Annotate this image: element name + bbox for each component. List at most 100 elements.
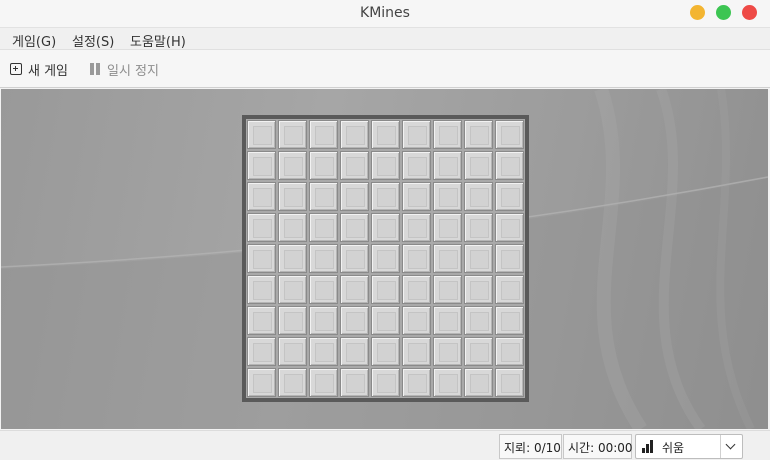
mine-cell[interactable]: [494, 243, 525, 274]
minimize-button[interactable]: [690, 5, 705, 20]
mine-cell[interactable]: [308, 305, 339, 336]
mine-cell[interactable]: [494, 305, 525, 336]
mine-cell[interactable]: [494, 274, 525, 305]
mine-cell[interactable]: [463, 150, 494, 181]
mine-cell[interactable]: [246, 274, 277, 305]
mine-cell[interactable]: [246, 243, 277, 274]
mine-cell[interactable]: [463, 336, 494, 367]
mine-cell[interactable]: [308, 181, 339, 212]
mine-cell[interactable]: [277, 150, 308, 181]
mine-cell[interactable]: [339, 274, 370, 305]
mine-cell[interactable]: [463, 119, 494, 150]
mine-cell[interactable]: [339, 243, 370, 274]
mine-cell[interactable]: [246, 181, 277, 212]
mine-cell[interactable]: [339, 305, 370, 336]
menu-bar: 게임(G) 설정(S) 도움말(H): [0, 28, 770, 50]
mine-cell[interactable]: [370, 367, 401, 398]
mine-cell[interactable]: [463, 367, 494, 398]
mine-cell[interactable]: [339, 150, 370, 181]
mine-cell[interactable]: [277, 367, 308, 398]
mine-cell[interactable]: [494, 150, 525, 181]
chevron-down-icon: [725, 439, 736, 450]
mine-cell[interactable]: [494, 367, 525, 398]
mine-cell[interactable]: [308, 274, 339, 305]
minefield-grid: [246, 119, 525, 398]
mine-cell[interactable]: [494, 336, 525, 367]
menu-help[interactable]: 도움말(H): [130, 31, 186, 50]
mine-cell[interactable]: [401, 181, 432, 212]
mine-cell[interactable]: [246, 367, 277, 398]
mine-cell[interactable]: [463, 305, 494, 336]
mine-cell[interactable]: [432, 305, 463, 336]
mine-cell[interactable]: [277, 181, 308, 212]
plus-square-icon: [10, 63, 22, 75]
mine-cell[interactable]: [401, 212, 432, 243]
mine-cell[interactable]: [494, 119, 525, 150]
close-button[interactable]: [742, 5, 757, 20]
difficulty-dropdown-button[interactable]: [720, 435, 742, 458]
mine-cell[interactable]: [277, 336, 308, 367]
mine-cell[interactable]: [401, 119, 432, 150]
mine-cell[interactable]: [339, 181, 370, 212]
mine-cell[interactable]: [277, 274, 308, 305]
mine-cell[interactable]: [308, 212, 339, 243]
mine-cell[interactable]: [432, 150, 463, 181]
mine-cell[interactable]: [339, 336, 370, 367]
mine-cell[interactable]: [370, 274, 401, 305]
mine-cell[interactable]: [339, 367, 370, 398]
mine-cell[interactable]: [432, 119, 463, 150]
mine-cell[interactable]: [432, 274, 463, 305]
mine-cell[interactable]: [432, 243, 463, 274]
mine-cell[interactable]: [308, 119, 339, 150]
mine-cell[interactable]: [401, 336, 432, 367]
mine-cell[interactable]: [308, 150, 339, 181]
mine-cell[interactable]: [246, 336, 277, 367]
mine-cell[interactable]: [308, 367, 339, 398]
new-game-button[interactable]: 새 게임: [10, 61, 68, 79]
mine-cell[interactable]: [463, 181, 494, 212]
pause-label: 일시 정지: [107, 63, 159, 79]
mine-cell[interactable]: [494, 212, 525, 243]
mine-cell[interactable]: [339, 119, 370, 150]
toolbar: 새 게임 일시 정지: [0, 50, 770, 88]
mine-cell[interactable]: [370, 243, 401, 274]
mine-cell[interactable]: [401, 274, 432, 305]
mine-cell[interactable]: [432, 181, 463, 212]
mine-cell[interactable]: [401, 243, 432, 274]
mine-cell[interactable]: [370, 181, 401, 212]
mine-cell[interactable]: [370, 150, 401, 181]
pause-icon: [89, 63, 101, 75]
pause-button[interactable]: 일시 정지: [89, 61, 159, 79]
maximize-button[interactable]: [716, 5, 731, 20]
mine-cell[interactable]: [308, 243, 339, 274]
title-bar: KMines: [0, 0, 770, 28]
mine-cell[interactable]: [339, 212, 370, 243]
mine-cell[interactable]: [246, 119, 277, 150]
mine-cell[interactable]: [463, 243, 494, 274]
mine-cell[interactable]: [432, 336, 463, 367]
mine-cell[interactable]: [370, 336, 401, 367]
timer: 시간: 00:00: [563, 434, 633, 459]
mine-cell[interactable]: [277, 212, 308, 243]
mine-cell[interactable]: [246, 305, 277, 336]
mine-cell[interactable]: [246, 150, 277, 181]
menu-settings[interactable]: 설정(S): [72, 31, 114, 50]
mine-cell[interactable]: [370, 305, 401, 336]
mine-cell[interactable]: [494, 181, 525, 212]
mine-cell[interactable]: [463, 274, 494, 305]
mine-cell[interactable]: [401, 150, 432, 181]
mine-cell[interactable]: [432, 212, 463, 243]
mine-cell[interactable]: [370, 119, 401, 150]
mine-cell[interactable]: [401, 305, 432, 336]
difficulty-select[interactable]: 쉬움: [635, 434, 743, 459]
menu-game[interactable]: 게임(G): [12, 31, 56, 50]
mine-cell[interactable]: [277, 305, 308, 336]
mine-cell[interactable]: [370, 212, 401, 243]
mine-cell[interactable]: [308, 336, 339, 367]
mine-cell[interactable]: [463, 212, 494, 243]
mine-cell[interactable]: [277, 243, 308, 274]
mine-cell[interactable]: [277, 119, 308, 150]
mine-cell[interactable]: [401, 367, 432, 398]
mine-cell[interactable]: [432, 367, 463, 398]
mine-cell[interactable]: [246, 212, 277, 243]
